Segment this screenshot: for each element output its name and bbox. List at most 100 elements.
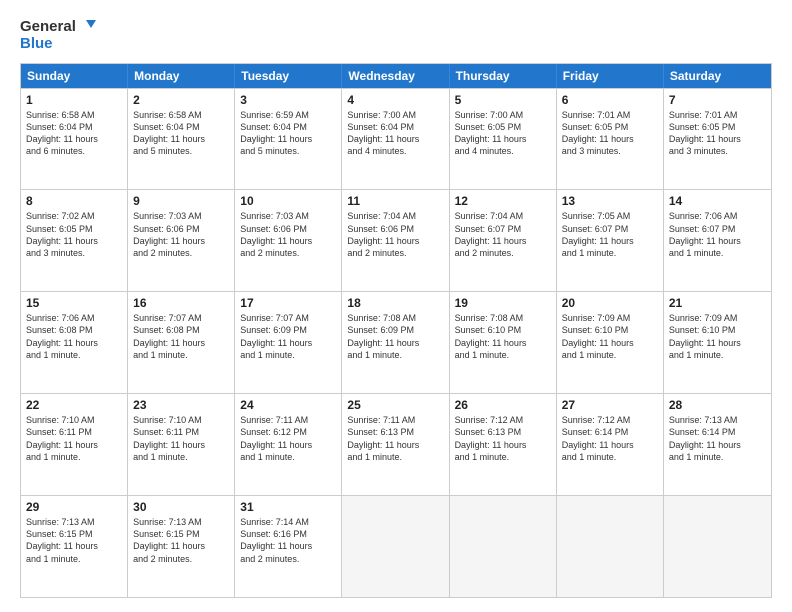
day-number: 25 (347, 398, 443, 412)
calendar-week: 15 Sunrise: 7:06 AMSunset: 6:08 PMDayligh… (21, 291, 771, 393)
cell-info: Sunrise: 7:10 AMSunset: 6:11 PMDaylight:… (133, 414, 229, 463)
day-number: 30 (133, 500, 229, 514)
calendar-header-row: SundayMondayTuesdayWednesdayThursdayFrid… (21, 64, 771, 88)
day-number: 19 (455, 296, 551, 310)
calendar-cell: 12 Sunrise: 7:04 AMSunset: 6:07 PMDayligh… (450, 190, 557, 291)
calendar-header-day: Friday (557, 64, 664, 88)
day-number: 17 (240, 296, 336, 310)
day-number: 27 (562, 398, 658, 412)
calendar-cell: 24Sunrise: 7:11 AMSunset: 6:12 PMDayligh… (235, 394, 342, 495)
calendar-cell: 16 Sunrise: 7:07 AMSunset: 6:08 PMDayligh… (128, 292, 235, 393)
calendar-cell: 11 Sunrise: 7:04 AMSunset: 6:06 PMDayligh… (342, 190, 449, 291)
calendar-cell: 3Sunrise: 6:59 AMSunset: 6:04 PMDaylight… (235, 89, 342, 190)
day-number: 23 (133, 398, 229, 412)
calendar-cell (450, 496, 557, 597)
cell-info: Sunrise: 7:00 AMSunset: 6:04 PMDaylight:… (347, 109, 443, 158)
day-number: 26 (455, 398, 551, 412)
cell-info: Sunrise: 7:13 AMSunset: 6:14 PMDaylight:… (669, 414, 766, 463)
cell-info: Sunrise: 7:01 AMSunset: 6:05 PMDaylight:… (562, 109, 658, 158)
cell-info: Sunrise: 7:08 AMSunset: 6:10 PMDaylight:… (455, 312, 551, 361)
calendar-cell: 26 Sunrise: 7:12 AMSunset: 6:13 PMDayligh… (450, 394, 557, 495)
cell-info: Sunrise: 7:07 AMSunset: 6:08 PMDaylight:… (133, 312, 229, 361)
day-number: 16 (133, 296, 229, 310)
logo: General Blue (20, 18, 96, 53)
calendar-week: 29 Sunrise: 7:13 AMSunset: 6:15 PMDayligh… (21, 495, 771, 597)
calendar-cell: 10 Sunrise: 7:03 AMSunset: 6:06 PMDayligh… (235, 190, 342, 291)
calendar-cell (557, 496, 664, 597)
cell-info: Sunrise: 7:11 AMSunset: 6:13 PMDaylight:… (347, 414, 443, 463)
day-number: 1 (26, 93, 122, 107)
header: General Blue (20, 18, 772, 53)
calendar-cell: 1 Sunrise: 6:58 AMSunset: 6:04 PMDaylight… (21, 89, 128, 190)
calendar-header-day: Saturday (664, 64, 771, 88)
calendar-header-day: Sunday (21, 64, 128, 88)
cell-info: Sunrise: 7:09 AMSunset: 6:10 PMDaylight:… (562, 312, 658, 361)
calendar-cell: 28Sunrise: 7:13 AMSunset: 6:14 PMDayligh… (664, 394, 771, 495)
day-number: 11 (347, 194, 443, 208)
calendar-week: 1 Sunrise: 6:58 AMSunset: 6:04 PMDaylight… (21, 88, 771, 190)
day-number: 14 (669, 194, 766, 208)
calendar-cell: 6 Sunrise: 7:01 AMSunset: 6:05 PMDaylight… (557, 89, 664, 190)
calendar-cell: 15 Sunrise: 7:06 AMSunset: 6:08 PMDayligh… (21, 292, 128, 393)
day-number: 6 (562, 93, 658, 107)
cell-info: Sunrise: 7:12 AMSunset: 6:13 PMDaylight:… (455, 414, 551, 463)
calendar-cell: 20 Sunrise: 7:09 AMSunset: 6:10 PMDayligh… (557, 292, 664, 393)
day-number: 21 (669, 296, 766, 310)
calendar-header-day: Thursday (450, 64, 557, 88)
day-number: 22 (26, 398, 122, 412)
cell-info: Sunrise: 7:10 AMSunset: 6:11 PMDaylight:… (26, 414, 122, 463)
calendar-body: 1 Sunrise: 6:58 AMSunset: 6:04 PMDaylight… (21, 88, 771, 598)
logo-arrow-icon (78, 18, 96, 36)
calendar-cell: 27 Sunrise: 7:12 AMSunset: 6:14 PMDayligh… (557, 394, 664, 495)
cell-info: Sunrise: 7:01 AMSunset: 6:05 PMDaylight:… (669, 109, 766, 158)
day-number: 29 (26, 500, 122, 514)
calendar-cell: 30 Sunrise: 7:13 AMSunset: 6:15 PMDayligh… (128, 496, 235, 597)
day-number: 4 (347, 93, 443, 107)
cell-info: Sunrise: 7:04 AMSunset: 6:07 PMDaylight:… (455, 210, 551, 259)
cell-info: Sunrise: 7:11 AMSunset: 6:12 PMDaylight:… (240, 414, 336, 463)
cell-info: Sunrise: 7:13 AMSunset: 6:15 PMDaylight:… (133, 516, 229, 565)
cell-info: Sunrise: 7:03 AMSunset: 6:06 PMDaylight:… (133, 210, 229, 259)
cell-info: Sunrise: 7:13 AMSunset: 6:15 PMDaylight:… (26, 516, 122, 565)
cell-info: Sunrise: 7:00 AMSunset: 6:05 PMDaylight:… (455, 109, 551, 158)
calendar-cell: 21 Sunrise: 7:09 AMSunset: 6:10 PMDayligh… (664, 292, 771, 393)
calendar-header-day: Wednesday (342, 64, 449, 88)
cell-info: Sunrise: 7:04 AMSunset: 6:06 PMDaylight:… (347, 210, 443, 259)
day-number: 10 (240, 194, 336, 208)
calendar: SundayMondayTuesdayWednesdayThursdayFrid… (20, 63, 772, 599)
calendar-header-day: Tuesday (235, 64, 342, 88)
calendar-cell: 19 Sunrise: 7:08 AMSunset: 6:10 PMDayligh… (450, 292, 557, 393)
cell-info: Sunrise: 7:02 AMSunset: 6:05 PMDaylight:… (26, 210, 122, 259)
cell-info: Sunrise: 7:12 AMSunset: 6:14 PMDaylight:… (562, 414, 658, 463)
cell-info: Sunrise: 7:07 AMSunset: 6:09 PMDaylight:… (240, 312, 336, 361)
day-number: 13 (562, 194, 658, 208)
calendar-cell: 2Sunrise: 6:58 AMSunset: 6:04 PMDaylight… (128, 89, 235, 190)
calendar-cell: 22 Sunrise: 7:10 AMSunset: 6:11 PMDayligh… (21, 394, 128, 495)
calendar-cell: 31Sunrise: 7:14 AMSunset: 6:16 PMDayligh… (235, 496, 342, 597)
calendar-cell (342, 496, 449, 597)
day-number: 9 (133, 194, 229, 208)
cell-info: Sunrise: 7:06 AMSunset: 6:08 PMDaylight:… (26, 312, 122, 361)
calendar-cell: 23 Sunrise: 7:10 AMSunset: 6:11 PMDayligh… (128, 394, 235, 495)
day-number: 15 (26, 296, 122, 310)
cell-info: Sunrise: 6:58 AMSunset: 6:04 PMDaylight:… (26, 109, 122, 158)
day-number: 2 (133, 93, 229, 107)
calendar-cell: 18Sunrise: 7:08 AMSunset: 6:09 PMDayligh… (342, 292, 449, 393)
calendar-cell: 14 Sunrise: 7:06 AMSunset: 6:07 PMDayligh… (664, 190, 771, 291)
calendar-cell: 17 Sunrise: 7:07 AMSunset: 6:09 PMDayligh… (235, 292, 342, 393)
calendar-week: 22 Sunrise: 7:10 AMSunset: 6:11 PMDayligh… (21, 393, 771, 495)
cell-info: Sunrise: 7:03 AMSunset: 6:06 PMDaylight:… (240, 210, 336, 259)
calendar-cell: 9 Sunrise: 7:03 AMSunset: 6:06 PMDaylight… (128, 190, 235, 291)
day-number: 3 (240, 93, 336, 107)
day-number: 8 (26, 194, 122, 208)
day-number: 20 (562, 296, 658, 310)
day-number: 31 (240, 500, 336, 514)
calendar-cell: 4 Sunrise: 7:00 AMSunset: 6:04 PMDaylight… (342, 89, 449, 190)
calendar-cell: 5Sunrise: 7:00 AMSunset: 6:05 PMDaylight… (450, 89, 557, 190)
cell-info: Sunrise: 7:09 AMSunset: 6:10 PMDaylight:… (669, 312, 766, 361)
day-number: 18 (347, 296, 443, 310)
day-number: 12 (455, 194, 551, 208)
day-number: 7 (669, 93, 766, 107)
cell-info: Sunrise: 7:06 AMSunset: 6:07 PMDaylight:… (669, 210, 766, 259)
page: General Blue SundayMondayTuesdayWednesda… (0, 0, 792, 612)
